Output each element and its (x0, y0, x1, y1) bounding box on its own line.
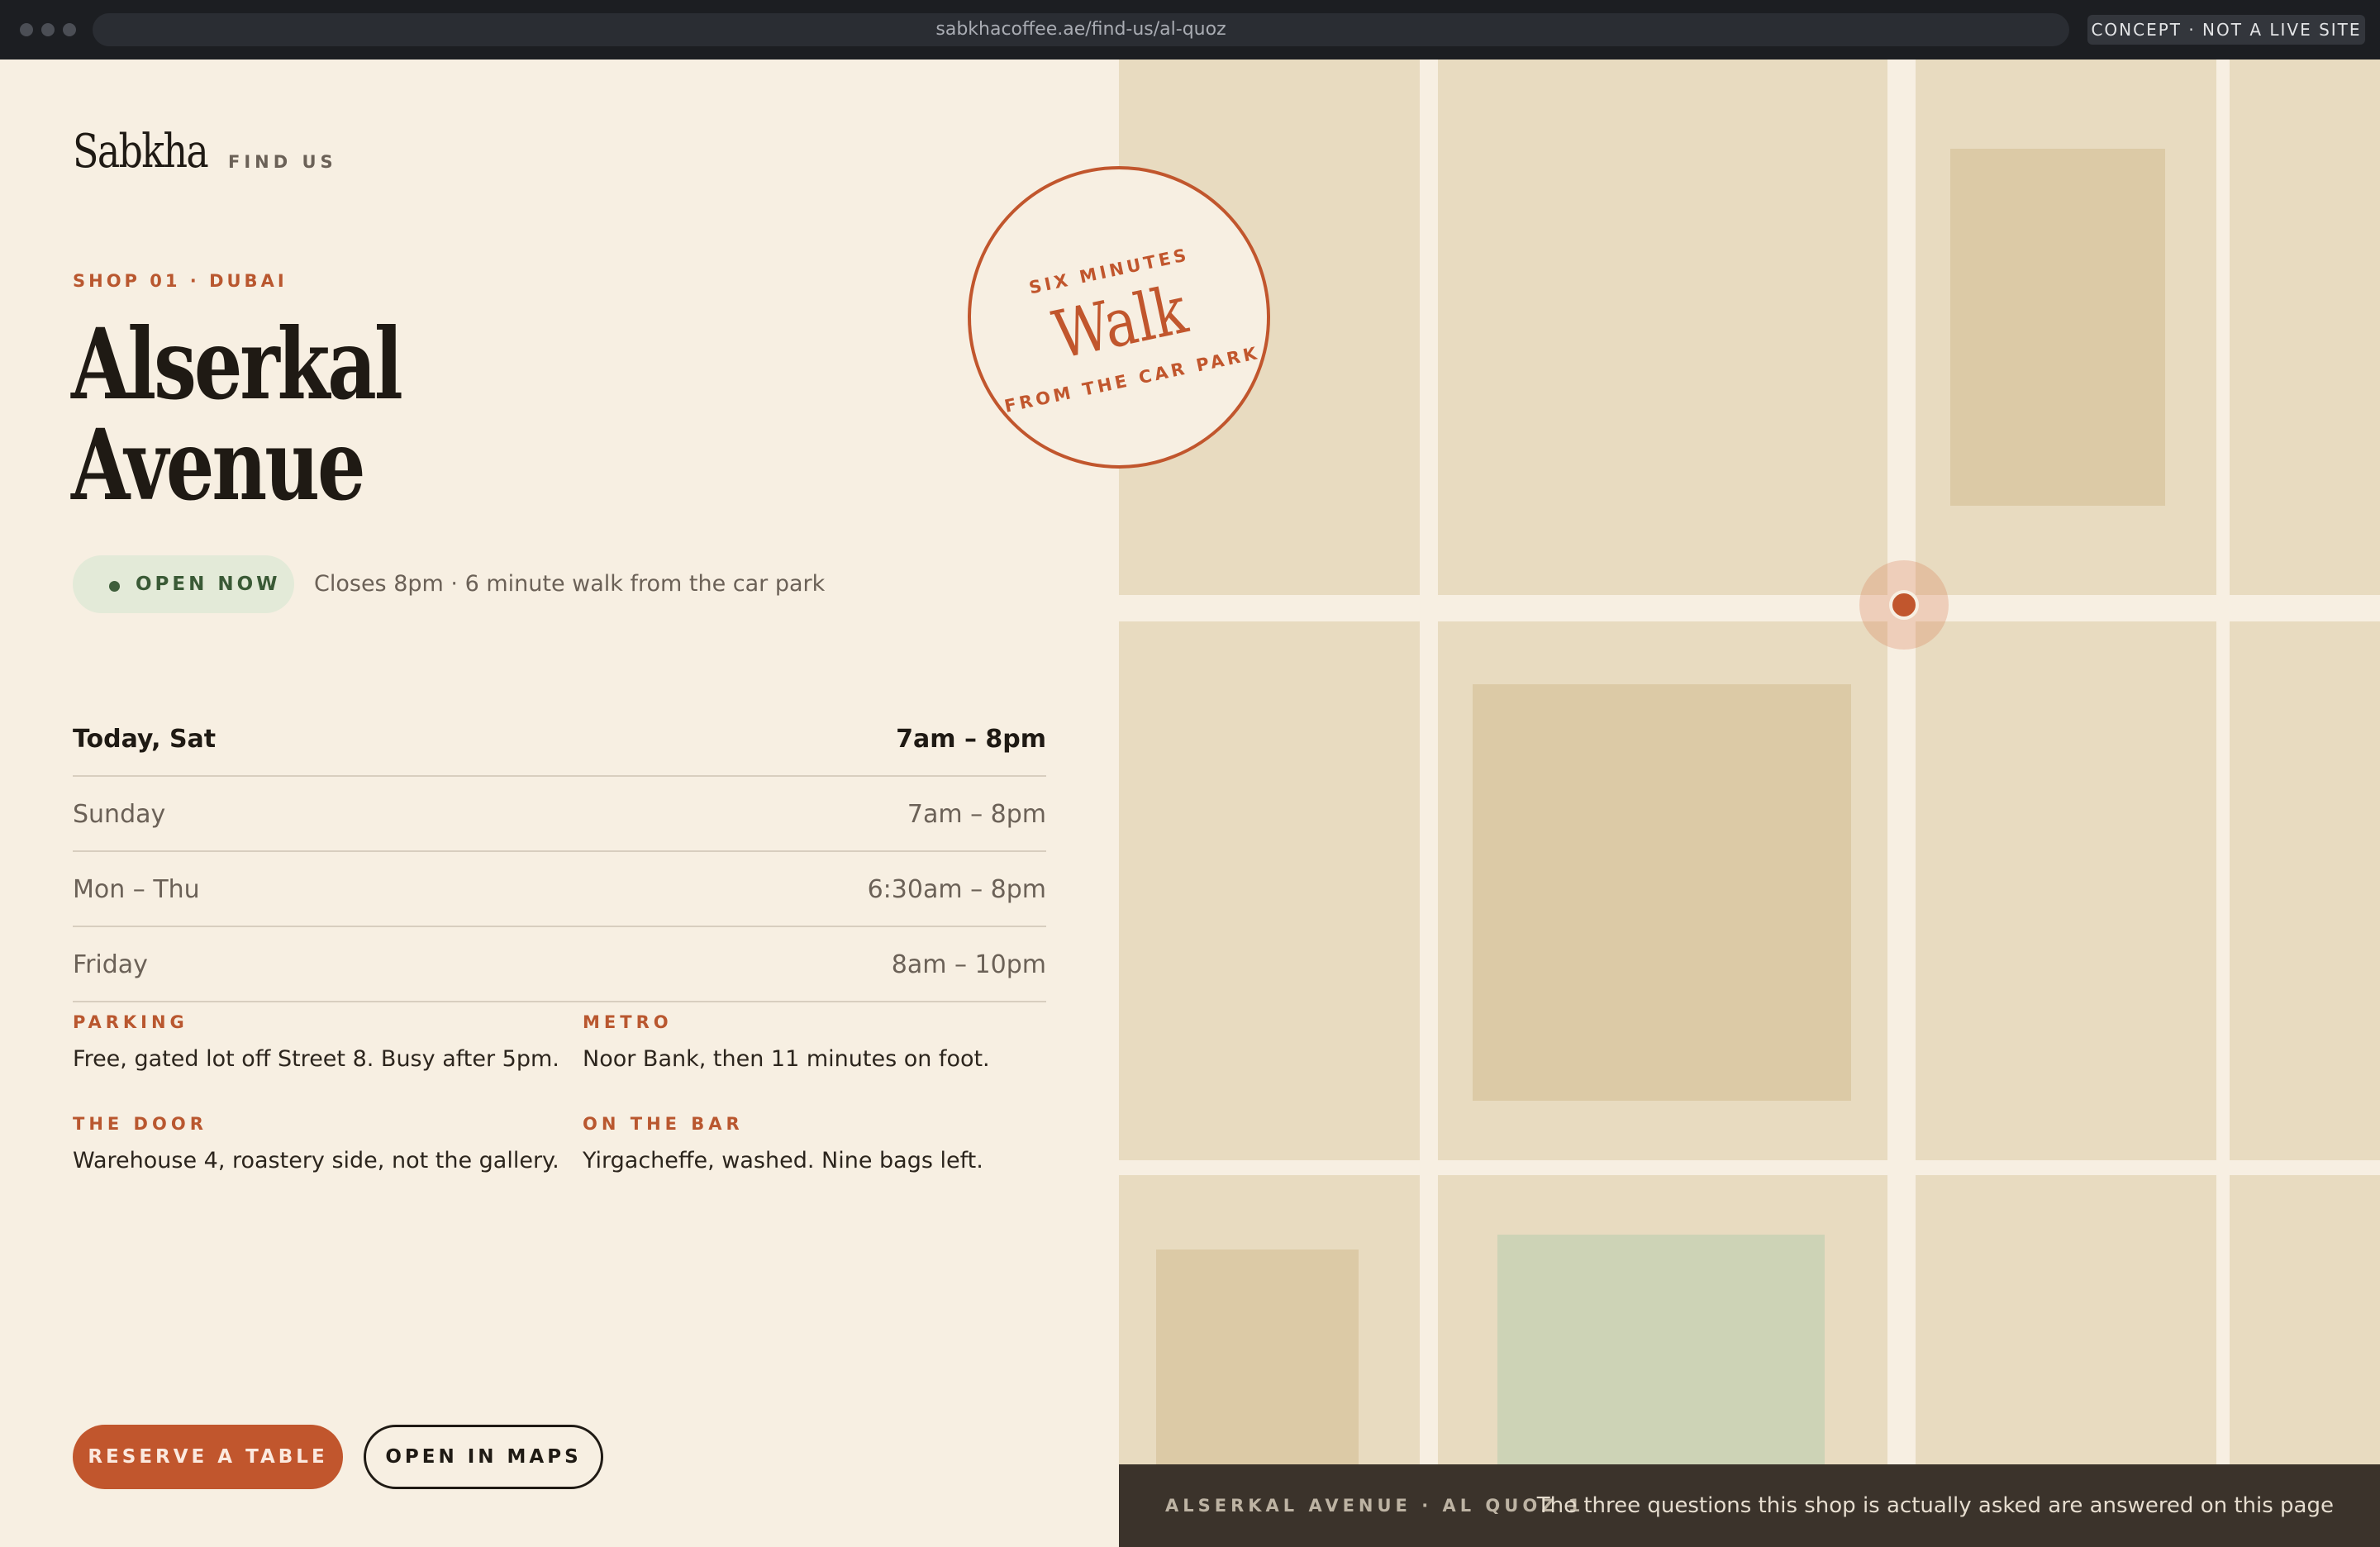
window-controls[interactable] (20, 23, 76, 36)
fact-text: Yirgacheffe, washed. Nine bags left. (583, 1148, 983, 1173)
walk-time-stamp: SIX MINUTES Walk FROM THE CAR PARK (968, 166, 1270, 469)
close-window-dot[interactable] (20, 23, 33, 36)
hours-row: Sunday 7am – 8pm (73, 777, 1046, 852)
hours-day: Friday (73, 950, 148, 979)
location-pin-icon[interactable] (1889, 590, 1919, 620)
open-status-badge: OPEN NOW (73, 555, 294, 613)
fact-bar: ON THE BAR Yirgacheffe, washed. Nine bag… (583, 1111, 1078, 1178)
map-road (1119, 1160, 2380, 1175)
map-caption-bar: ALSERKAL AVENUE · AL QUOZ 1 The three qu… (1119, 1464, 2380, 1547)
status-dot-icon (109, 581, 120, 592)
hours-row: Mon – Thu 6:30am – 8pm (73, 852, 1046, 927)
open-in-maps-button[interactable]: OPEN IN MAPS (364, 1425, 603, 1489)
content-panel: Sabkha FIND US SHOP 01 · DUBAI Alserkal … (0, 60, 1119, 1547)
fact-parking: PARKING Free, gated lot off Street 8. Bu… (73, 1010, 569, 1076)
fact-label: PARKING (73, 1012, 188, 1032)
map-road (1119, 595, 2380, 621)
hours-row-today: Today, Sat 7am – 8pm (73, 702, 1046, 777)
shop-eyebrow: SHOP 01 · DUBAI (73, 271, 288, 291)
map-location-label: ALSERKAL AVENUE · AL QUOZ 1 (1165, 1496, 1585, 1516)
map-road (1420, 60, 1438, 1547)
map-road (2216, 60, 2230, 1547)
hours-time: 8am – 10pm (891, 950, 1046, 979)
hours-day: Mon – Thu (73, 875, 200, 904)
map-building (1950, 149, 2165, 506)
title-line-1: Alserkal (71, 307, 403, 421)
fact-text: Noor Bank, then 11 minutes on foot. (583, 1046, 990, 1072)
hours-day: Sunday (73, 800, 166, 829)
hours-time: 6:30am – 8pm (867, 875, 1046, 904)
map-caption-text: The three questions this shop is actuall… (1536, 1493, 2334, 1518)
status-note: Closes 8pm · 6 minute walk from the car … (314, 571, 826, 597)
page-title: Alserkal Avenue (71, 314, 403, 516)
reserve-table-button[interactable]: RESERVE A TABLE (73, 1425, 343, 1489)
map-park (1497, 1235, 1825, 1499)
fact-label: METRO (583, 1012, 673, 1032)
fact-text: Free, gated lot off Street 8. Busy after… (73, 1046, 559, 1072)
brand-logo[interactable]: Sabkha (73, 126, 209, 178)
concept-badge: CONCEPT · NOT A LIVE SITE (2087, 15, 2365, 45)
fact-door: THE DOOR Warehouse 4, roastery side, not… (73, 1111, 569, 1178)
hours-day: Today, Sat (73, 725, 217, 754)
browser-chrome: sabkhacoffee.ae/find-us/al-quoz CONCEPT … (0, 0, 2380, 60)
minimize-window-dot[interactable] (41, 23, 55, 36)
address-bar[interactable]: sabkhacoffee.ae/find-us/al-quoz (93, 13, 2069, 46)
map-road (1887, 60, 1916, 1547)
map-building (1156, 1250, 1359, 1497)
map-building (1473, 684, 1851, 1101)
location-map[interactable]: ALSERKAL AVENUE · AL QUOZ 1 The three qu… (1119, 60, 2380, 1547)
fact-metro: METRO Noor Bank, then 11 minutes on foot… (583, 1010, 1078, 1076)
section-label: FIND US (228, 152, 337, 172)
hours-time: 7am – 8pm (907, 800, 1046, 829)
opening-hours-table: Today, Sat 7am – 8pm Sunday 7am – 8pm Mo… (73, 702, 1046, 1002)
maximize-window-dot[interactable] (63, 23, 76, 36)
fact-text: Warehouse 4, roastery side, not the gall… (73, 1148, 559, 1173)
fact-label: THE DOOR (73, 1114, 207, 1134)
hours-time: 7am – 8pm (896, 725, 1046, 754)
open-status-label: OPEN NOW (136, 574, 281, 595)
fact-label: ON THE BAR (583, 1114, 744, 1134)
title-line-2: Avenue (71, 407, 366, 522)
hours-row: Friday 8am – 10pm (73, 927, 1046, 1002)
